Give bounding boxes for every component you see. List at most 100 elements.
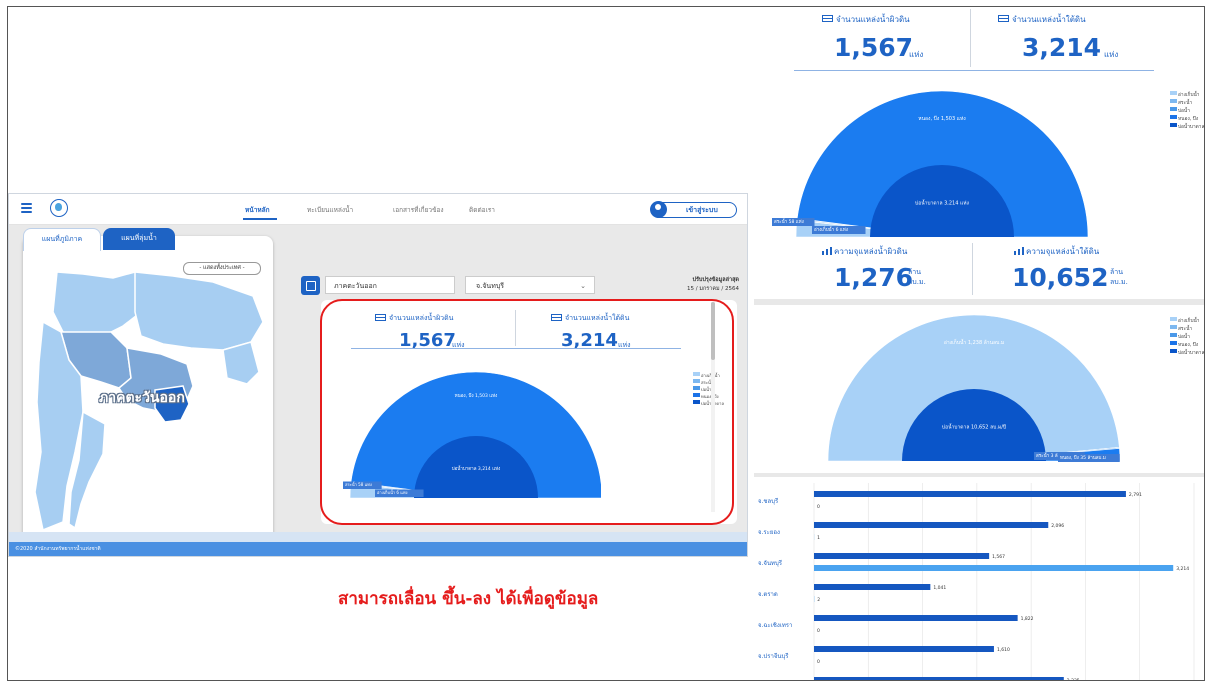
bar-legend-label: แหล่งน้ำผิวดิน [946, 477, 971, 478]
scroll-hint-caption: สามารถเลื่อน ขึ้น-ลง ได้เพื่อดูข้อมูล [338, 589, 599, 609]
bar-value-label: 2,096 [1051, 523, 1064, 529]
legend-swatch [693, 372, 700, 376]
bar-value-label: 1,041 [933, 585, 946, 591]
selected-region-label: ภาคตะวันออก [99, 390, 185, 406]
legend-label: อ่างเก็บน้ำ [1178, 93, 1200, 98]
legend-label: หนอง, บึง [701, 394, 719, 399]
bar-value-label: 3,214 [1176, 566, 1189, 572]
tab-region-map[interactable]: แผนที่ภูมิภาค [23, 228, 101, 251]
svg-text:อ่างเก็บน้ำ 6 แห่ง: อ่างเก็บน้ำ 6 แห่ง [377, 489, 408, 495]
expanded-stats-panel[interactable]: จำนวนแหล่งน้ำผิวดิน 1,567 แห่ง จำนวนแหล่… [754, 7, 1204, 680]
legend-item: บ่อน้ำ [1170, 333, 1190, 341]
bar [814, 491, 1126, 497]
legend-label: บ่อน้ำ [1178, 109, 1190, 114]
legend-label: บ่อน้ำบาดาล [1178, 125, 1204, 130]
bar-value-label: 2,791 [1129, 492, 1142, 498]
bar-value-label: 0 [817, 628, 820, 634]
nav-active-indicator [243, 218, 277, 220]
cap-ground-unit-cbm: ลบ.ม. [1110, 278, 1128, 286]
bar-category-label: จ.ฉะเชิงเทรา [758, 622, 792, 629]
slice-tag-0: สระน้ำ 58 แห่ง [772, 218, 815, 226]
bar [814, 646, 994, 652]
slice-tag-1: อ่างเก็บน้ำ 6 แห่ง [812, 225, 866, 234]
svg-text:สระน้ำ 58 แห่ง: สระน้ำ 58 แห่ง [774, 218, 804, 225]
legend-item: บ่อน้ำบาดาล [1170, 123, 1204, 131]
surface-count-title: จำนวนแหล่งน้ำผิวดิน [389, 314, 454, 322]
legend-swatch [1170, 99, 1177, 103]
capacity-card: บ่อน้ำบาดาล 10,652 ลบ.ม/ปี อ่างเก็บน้ำ 1,… [754, 305, 1204, 473]
stat-underline [351, 348, 681, 349]
legend-label: บ่อน้ำ [1178, 335, 1190, 340]
legend-swatch [1170, 349, 1177, 353]
ground-count-title: จำนวนแหล่งน้ำใต้ดิน [565, 314, 630, 322]
ground-count-title: จำนวนแหล่งน้ำใต้ดิน [1012, 15, 1086, 24]
bar-value-label: 0 [817, 659, 820, 665]
site-header: หน้าหลัก ทะเบียนแหล่งน้ำ เอกสารที่เกี่ยว… [9, 194, 747, 225]
legend-swatch [693, 386, 700, 390]
nav-water-registry[interactable]: ทะเบียนแหล่งน้ำ [307, 205, 353, 215]
surface-count-unit: แห่ง [452, 341, 465, 349]
bar-value-label: 1,610 [997, 647, 1010, 653]
bar-legend: แหล่งน้ำผิวดิน แหล่งน้ำใต้ดิน [946, 477, 1021, 478]
nav-home[interactable]: หน้าหลัก [245, 205, 270, 215]
legend-label: หนอง, บึง [1178, 117, 1199, 122]
cap-surface-unit-cbm: ลบ.ม. [908, 278, 926, 286]
surface-count-unit: แห่ง [909, 50, 924, 59]
stats-panel[interactable]: จำนวนแหล่งน้ำผิวดิน 1,567 แห่ง จำนวนแหล่… [321, 300, 737, 524]
update-title: ปรับปรุงข้อมูลล่าสุด [692, 277, 739, 283]
cap-surface-title: ความจุแหล่งน้ำผิวดิน [834, 247, 908, 256]
outer-slice-label: หนอง, บึง 1,503 แห่ง [455, 393, 498, 399]
slice-tag-1: อ่างเก็บน้ำ 6 แห่ง [375, 489, 424, 497]
legend-swatch [1170, 341, 1177, 345]
legend-label: บ่อน้ำบาดาล [1178, 351, 1204, 356]
count-semi-pie-chart-large: บ่อน้ำบาดาล 3,214 แห่งหนอง, บึง 1,503 แห… [772, 91, 1089, 238]
legend-item: อ่างเก็บน้ำ [1170, 317, 1200, 325]
legend-label: สระน้ำ [1178, 327, 1193, 332]
legend-swatch [1170, 123, 1177, 127]
ground-count-unit: แห่ง [618, 341, 631, 349]
bar [814, 565, 1174, 571]
legend-item: สระน้ำ [1170, 325, 1193, 333]
bar [814, 522, 1049, 528]
capacity-header: ความจุแหล่งน้ำผิวดิน 1,276 ล้าน ลบ.ม. คว… [794, 237, 1164, 297]
user-icon [650, 201, 667, 218]
province-select-value: จ.จันทบุรี [476, 282, 505, 290]
bar [814, 615, 1018, 621]
surface-count-title: จำนวนแหล่งน้ำผิวดิน [836, 15, 910, 24]
legend-label: อ่างเก็บน้ำ [1178, 319, 1200, 324]
stat-divider [970, 9, 971, 67]
bar-value-label: 1 [817, 535, 820, 541]
region-select[interactable]: ภาคตะวันออก [325, 276, 455, 294]
nav-contact[interactable]: ติดต่อเรา [469, 205, 495, 215]
legend-item: บ่อน้ำ [1170, 107, 1190, 115]
slice-tag-0: สระน้ำ 58 แห่ง [343, 481, 382, 489]
legend-item: บ่อน้ำบาดาล [1170, 349, 1204, 357]
website-preview: หน้าหลัก ทะเบียนแหล่งน้ำ เอกสารที่เกี่ยว… [8, 193, 748, 557]
hamburger-menu-icon[interactable] [21, 203, 32, 213]
chevron-down-icon: ⌄ [580, 282, 586, 290]
ground-count-value: 3,214 [1022, 33, 1102, 62]
bar-category-label: จ.ชลบุรี [758, 497, 779, 505]
table-icon [998, 15, 1009, 22]
province-bar-card: แหล่งน้ำผิวดิน แหล่งน้ำใต้ดินจ.ชลบุรี 2,79… [754, 477, 1204, 680]
bar [814, 677, 1064, 680]
inner-slice-label: บ่อน้ำบาดาล 3,214 แห่ง [452, 465, 501, 472]
bar-category-label: จ.ระยอง [758, 529, 780, 536]
legend-label: สระน้ำ [1178, 101, 1193, 106]
province-bar-chart: แหล่งน้ำผิวดิน แหล่งน้ำใต้ดินจ.ชลบุรี 2,79… [758, 477, 1195, 680]
tab-basin-map[interactable]: แผนที่ลุ่มน้ำ [103, 228, 175, 250]
nav-documents[interactable]: เอกสารที่เกี่ยวข้อง [393, 205, 444, 215]
table-icon [822, 15, 833, 22]
outer-slice-label: หนอง, บึง 1,503 แห่ง [918, 115, 966, 122]
capacity-semi-pie-chart: บ่อน้ำบาดาล 10,652 ลบ.ม/ปีอ่างเก็บน้ำ 1,… [827, 314, 1121, 462]
bar [814, 553, 990, 559]
legend-swatch [693, 400, 700, 404]
legend-label: บ่อน้ำ [701, 387, 712, 392]
province-select[interactable]: จ.จันทบุรี ⌄ [465, 276, 595, 294]
bar-category-label: จ.ปราจีนบุรี [758, 652, 789, 660]
map-icon [301, 276, 320, 295]
panel-scrollbar-thumb[interactable] [711, 302, 715, 360]
login-button[interactable]: เข้าสู่ระบบ [650, 201, 737, 218]
agency-logo[interactable] [50, 199, 68, 217]
bar-category-label: จ.จันทบุรี [758, 559, 783, 567]
